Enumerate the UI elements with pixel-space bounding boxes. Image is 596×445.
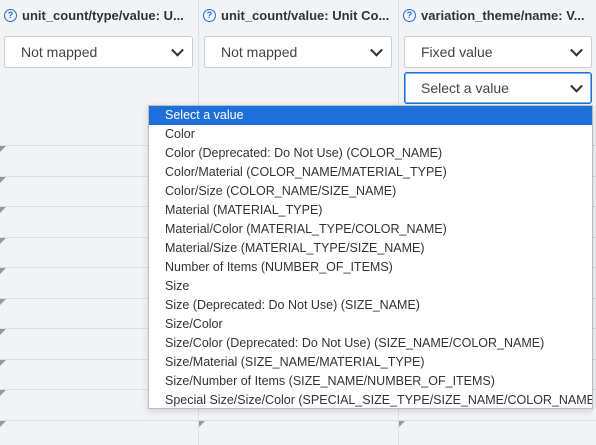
help-icon[interactable]: ? — [203, 8, 216, 22]
cell-marker-icon — [0, 207, 6, 213]
dropdown-option[interactable]: Color/Size (COLOR_NAME/SIZE_NAME) — [149, 182, 592, 201]
cell-marker-icon — [0, 329, 6, 335]
column-header-label: variation_theme/name: V... — [421, 7, 585, 23]
variation-theme-dropdown[interactable]: Select a value Color Color (Deprecated: Do… — [148, 105, 593, 409]
mapping-select-value: Fixed value — [421, 44, 493, 60]
dropdown-option[interactable]: Select a value — [149, 106, 592, 125]
cell-marker-icon — [0, 177, 6, 183]
dropdown-option[interactable]: Size/Number of Items (SIZE_NAME/NUMBER_O… — [149, 372, 592, 391]
dropdown-option[interactable]: Color (Deprecated: Do Not Use) (COLOR_NA… — [149, 144, 592, 163]
cell-marker-icon — [0, 146, 6, 152]
dropdown-option[interactable]: Color/Material (COLOR_NAME/MATERIAL_TYPE… — [149, 163, 592, 182]
column-header: ? unit_count/value: Unit Co... — [199, 0, 398, 30]
cell-marker-icon — [199, 421, 205, 427]
cell-marker-icon — [0, 238, 6, 244]
chevron-down-icon — [570, 79, 583, 93]
dropdown-option[interactable]: Color — [149, 125, 592, 144]
column-header: ? unit_count/type/value: U... — [0, 0, 198, 30]
dropdown-option[interactable]: Material/Size (MATERIAL_TYPE/SIZE_NAME) — [149, 239, 592, 258]
chevron-down-icon — [370, 43, 383, 57]
mapping-select[interactable]: Not mapped — [4, 36, 193, 68]
value-select[interactable]: Select a value — [404, 72, 592, 104]
value-select-value: Select a value — [421, 80, 509, 96]
dropdown-option[interactable]: Material (MATERIAL_TYPE) — [149, 201, 592, 220]
chevron-down-icon — [570, 43, 583, 57]
dropdown-option[interactable]: Size/Color (Deprecated: Do Not Use) (SIZ… — [149, 334, 592, 353]
column-header-label: unit_count/type/value: U... — [22, 7, 184, 23]
dropdown-option[interactable]: Size/Material (SIZE_NAME/MATERIAL_TYPE) — [149, 353, 592, 372]
cell-marker-icon — [0, 299, 6, 305]
help-icon[interactable]: ? — [4, 8, 17, 22]
column-header-label: unit_count/value: Unit Co... — [221, 7, 390, 23]
cell-marker-icon — [399, 421, 405, 427]
cell-marker-icon — [0, 421, 6, 427]
mapping-select-value: Not mapped — [221, 44, 298, 60]
help-icon[interactable]: ? — [403, 8, 416, 22]
dropdown-option[interactable]: Size — [149, 277, 592, 296]
dropdown-option[interactable]: Number of Items (NUMBER_OF_ITEMS) — [149, 258, 592, 277]
chevron-down-icon — [171, 43, 184, 57]
dropdown-option[interactable]: Size/Color — [149, 315, 592, 334]
dropdown-option[interactable]: Special Size/Size/Color (SPECIAL_SIZE_TY… — [149, 391, 592, 408]
cell-marker-icon — [0, 360, 6, 366]
cell-marker-icon — [0, 390, 6, 396]
row-divider — [0, 420, 596, 421]
dropdown-option[interactable]: Material/Color (MATERIAL_TYPE/COLOR_NAME… — [149, 220, 592, 239]
column-header: ? variation_theme/name: V... — [399, 0, 596, 30]
mapping-select-value: Not mapped — [21, 44, 98, 60]
cell-marker-icon — [0, 268, 6, 274]
mapping-select[interactable]: Fixed value — [404, 36, 592, 68]
mapping-select[interactable]: Not mapped — [204, 36, 392, 68]
dropdown-option[interactable]: Size (Deprecated: Do Not Use) (SIZE_NAME… — [149, 296, 592, 315]
